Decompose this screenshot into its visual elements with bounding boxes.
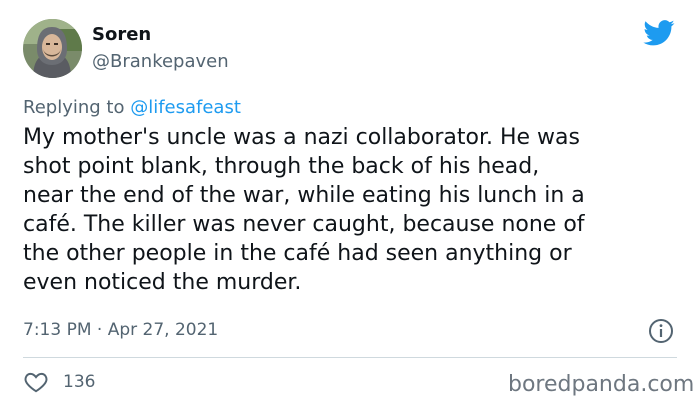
display-name[interactable]: Soren	[92, 24, 151, 45]
avatar[interactable]	[23, 19, 82, 78]
watermark: boredpanda.com	[508, 372, 695, 397]
twitter-bird-icon[interactable]	[641, 17, 677, 49]
heart-icon	[24, 372, 48, 393]
tweet-timestamp[interactable]: 7:13 PM · Apr 27, 2021	[23, 320, 218, 340]
reply-context: Replying to @lifesafeast	[23, 97, 241, 118]
reply-mention-link[interactable]: @lifesafeast	[130, 97, 241, 118]
info-icon[interactable]	[648, 318, 674, 344]
reply-prefix: Replying to	[23, 97, 131, 118]
divider	[23, 357, 677, 358]
tweet-text: My mother's uncle was a nazi collaborato…	[23, 125, 585, 295]
like-count: 136	[63, 372, 96, 392]
user-handle[interactable]: @Brankepaven	[92, 51, 229, 72]
like-button[interactable]: 136	[23, 369, 95, 395]
